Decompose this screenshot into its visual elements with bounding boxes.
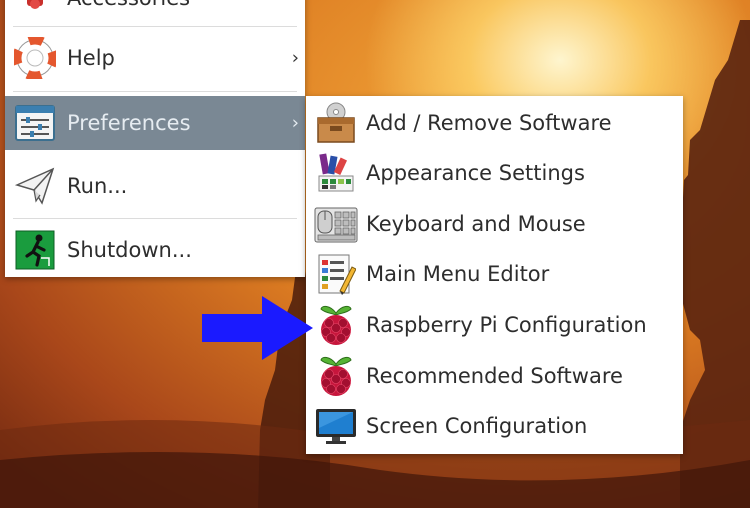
menu-item-run[interactable]: Run... bbox=[5, 158, 305, 214]
submenu-item-label: Raspberry Pi Configuration bbox=[366, 313, 647, 337]
menu-separator bbox=[13, 218, 297, 219]
accessories-icon bbox=[13, 0, 57, 20]
raspberry-icon bbox=[314, 303, 358, 347]
submenu-item-keyboard-and-mouse[interactable]: Keyboard and Mouse bbox=[306, 199, 683, 249]
menu-item-label: Help bbox=[67, 46, 115, 70]
submenu-item-label: Keyboard and Mouse bbox=[366, 212, 586, 236]
monitor-icon bbox=[314, 404, 358, 448]
submenu-item-main-menu-editor[interactable]: Main Menu Editor bbox=[306, 249, 683, 299]
submenu-item-appearance-settings[interactable]: Appearance Settings bbox=[306, 148, 683, 198]
menu-item-help[interactable]: Help › bbox=[5, 30, 305, 86]
submenu-item-recommended-software[interactable]: Recommended Software bbox=[306, 351, 683, 401]
paper-plane-icon bbox=[13, 164, 57, 208]
chevron-right-icon: › bbox=[291, 47, 299, 69]
submenu-item-raspberry-pi-configuration[interactable]: Raspberry Pi Configuration bbox=[306, 300, 683, 350]
palette-icon bbox=[314, 151, 358, 195]
chevron-right-icon: › bbox=[291, 112, 299, 134]
menu-item-shutdown[interactable]: Shutdown... bbox=[5, 222, 305, 278]
keyboard-mouse-icon bbox=[314, 202, 358, 246]
menu-item-label: Run... bbox=[67, 174, 128, 198]
preferences-submenu: Add / Remove Software Appearance Setting… bbox=[306, 96, 683, 454]
menu-editor-icon bbox=[314, 252, 358, 296]
lifebuoy-icon bbox=[13, 36, 57, 80]
menu-item-label: Preferences bbox=[67, 111, 191, 135]
main-menu: Accessories Help › bbox=[5, 0, 305, 277]
menu-item-label: Accessories bbox=[67, 0, 190, 10]
submenu-item-label: Recommended Software bbox=[366, 364, 623, 388]
submenu-item-label: Add / Remove Software bbox=[366, 111, 612, 135]
preferences-icon bbox=[13, 101, 57, 145]
menu-separator bbox=[13, 91, 297, 92]
exit-icon bbox=[13, 228, 57, 272]
pointer-arrow-icon bbox=[202, 296, 313, 360]
submenu-item-label: Screen Configuration bbox=[366, 414, 588, 438]
submenu-item-label: Appearance Settings bbox=[366, 161, 585, 185]
desktop-background: Accessories Help › bbox=[0, 0, 750, 508]
raspberry-icon bbox=[314, 354, 358, 398]
submenu-item-add-remove-software[interactable]: Add / Remove Software bbox=[306, 98, 683, 148]
menu-item-accessories[interactable]: Accessories bbox=[5, 0, 305, 26]
submenu-item-screen-configuration[interactable]: Screen Configuration bbox=[306, 401, 683, 451]
menu-item-label: Shutdown... bbox=[67, 238, 192, 262]
menu-item-preferences[interactable]: Preferences › bbox=[5, 96, 305, 150]
package-icon bbox=[314, 101, 358, 145]
menu-separator bbox=[13, 26, 297, 27]
submenu-item-label: Main Menu Editor bbox=[366, 262, 550, 286]
